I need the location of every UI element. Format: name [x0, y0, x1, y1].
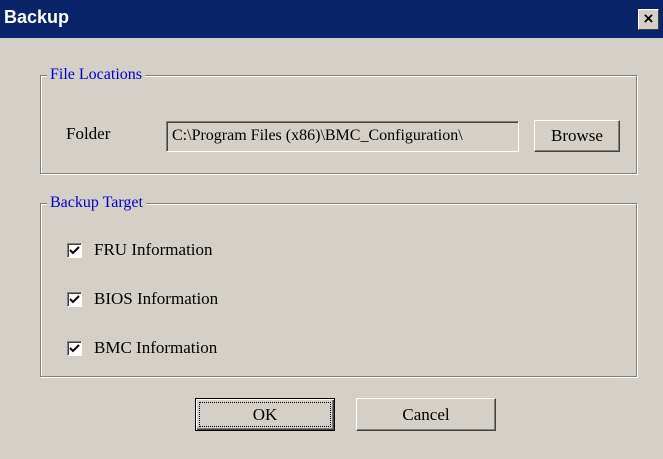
focus-rect	[199, 402, 331, 427]
browse-button[interactable]: Browse	[534, 120, 620, 152]
cancel-button[interactable]: Cancel	[356, 398, 496, 431]
ok-button[interactable]: OK	[195, 398, 335, 431]
window-title: Backup	[4, 7, 70, 27]
checkmark-icon	[69, 295, 80, 304]
fru-information-label: FRU Information	[94, 240, 213, 259]
bmc-information-label: BMC Information	[94, 338, 218, 357]
bmc-information-checkbox[interactable]	[67, 341, 82, 356]
checkmark-icon	[69, 246, 80, 255]
close-button[interactable]: ×	[638, 9, 659, 30]
backup-dialog: Backup × File Locations Folder C:\Progra…	[0, 0, 663, 459]
fru-information-checkbox[interactable]	[67, 243, 82, 258]
file-locations-legend: File Locations	[47, 65, 145, 85]
bios-information-checkbox[interactable]	[67, 292, 82, 307]
browse-button-label: Browse	[551, 126, 603, 145]
bios-information-label: BIOS Information	[94, 289, 219, 308]
title-bar[interactable]: Backup ×	[0, 0, 663, 38]
backup-target-legend: Backup Target	[47, 193, 146, 213]
folder-label: Folder	[66, 124, 111, 143]
checkmark-icon	[69, 344, 80, 353]
close-icon: ×	[643, 9, 654, 28]
cancel-button-label: Cancel	[402, 405, 450, 424]
folder-path-field[interactable]: C:\Program Files (x86)\BMC_Configuration…	[166, 121, 519, 152]
